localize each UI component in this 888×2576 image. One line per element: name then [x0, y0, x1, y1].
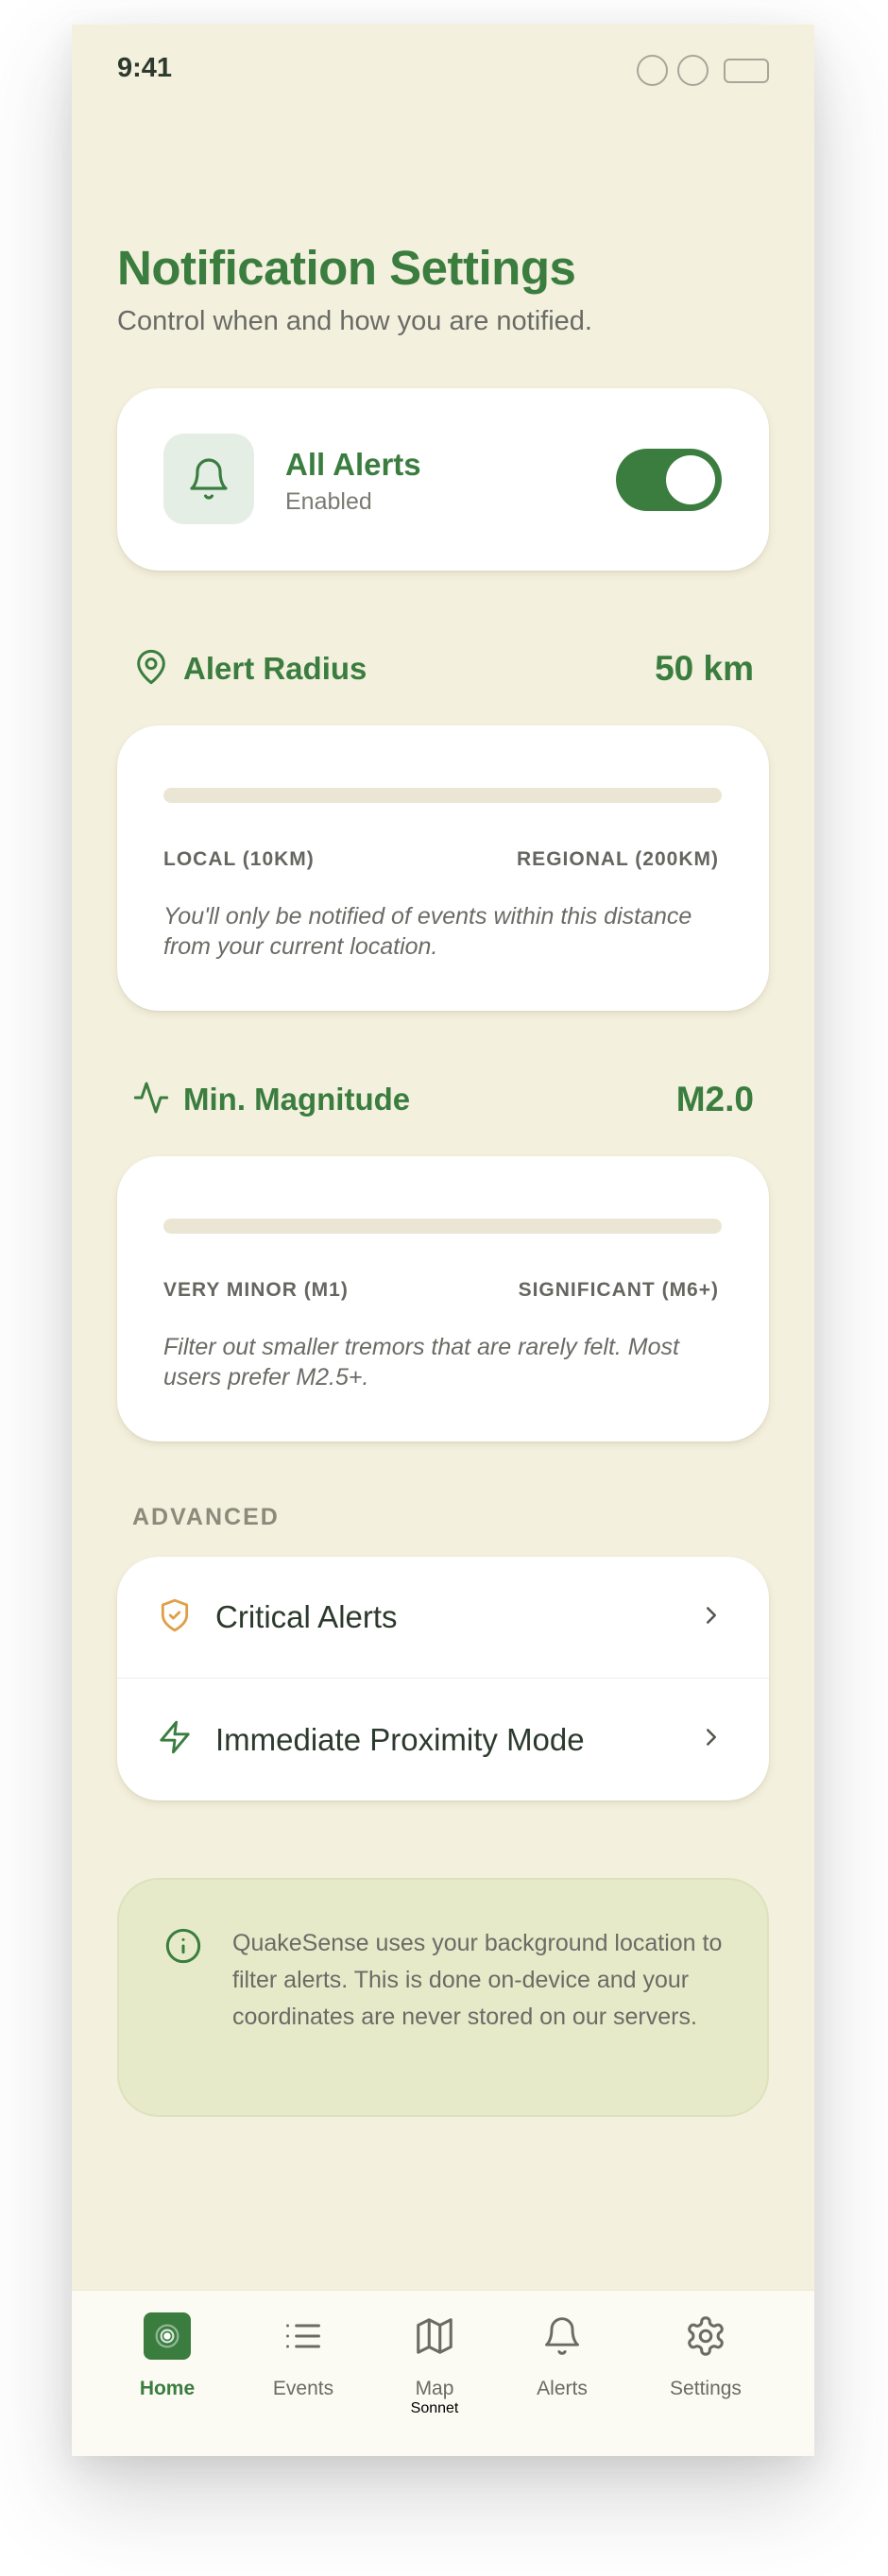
- tab-events[interactable]: Events: [237, 2291, 369, 2456]
- critical-alerts-row[interactable]: Critical Alerts: [117, 1557, 769, 1679]
- tab-home[interactable]: Home: [101, 2291, 233, 2456]
- proximity-mode-label: Immediate Proximity Mode: [215, 1721, 585, 1757]
- phone-screen: 9:41 Notification Settings Control when …: [72, 25, 814, 2456]
- all-alerts-status: Enabled: [285, 488, 372, 515]
- privacy-info-box: QuakeSense uses your background location…: [117, 1878, 769, 2117]
- bottom-tab-bar: Home Events Map Sonnet Alerts Settings: [72, 2290, 814, 2456]
- min-magnitude-card: VERY MINOR (M1) SIGNIFICANT (M6+) Filter…: [117, 1156, 769, 1442]
- min-magnitude-value: M2.0: [675, 1080, 754, 1118]
- alert-radius-min-label: LOCAL (10KM): [163, 848, 315, 870]
- all-alerts-card: All Alerts Enabled: [117, 388, 769, 571]
- alert-radius-card: LOCAL (10KM) REGIONAL (200KM) You'll onl…: [117, 725, 769, 1011]
- alert-radius-slider[interactable]: [163, 788, 722, 803]
- min-magnitude-max-label: SIGNIFICANT (M6+): [518, 1279, 719, 1301]
- min-magnitude-header: Min. Magnitude M2.0: [132, 1076, 754, 1123]
- tab-alerts-label: Alerts: [537, 2378, 588, 2399]
- battery-icon: [724, 58, 769, 83]
- signal-icon: [637, 55, 668, 86]
- tab-home-label: Home: [139, 2378, 196, 2399]
- activity-icon: [132, 1079, 170, 1121]
- shield-check-icon: [157, 1597, 193, 1638]
- min-magnitude-slider[interactable]: [163, 1219, 722, 1234]
- lightning-icon: [157, 1719, 193, 1760]
- min-magnitude-helper: Filter out smaller tremors that are rare…: [163, 1334, 679, 1390]
- list-icon: [282, 2312, 324, 2361]
- critical-alerts-label: Critical Alerts: [215, 1599, 398, 1634]
- home-radar-icon: [144, 2312, 191, 2361]
- page-subtitle: Control when and how you are notified.: [117, 306, 592, 336]
- toggle-knob: [666, 455, 715, 504]
- tab-events-label: Events: [272, 2378, 334, 2399]
- tab-settings[interactable]: Settings: [640, 2291, 772, 2456]
- tab-settings-label: Settings: [670, 2378, 742, 2399]
- alert-radius-label: Alert Radius: [183, 651, 367, 686]
- bell-icon: [163, 434, 254, 524]
- alert-radius-max-label: REGIONAL (200KM): [517, 848, 719, 870]
- gear-icon: [684, 2312, 727, 2361]
- min-magnitude-label: Min. Magnitude: [183, 1082, 411, 1117]
- tab-map-label: Map: [415, 2378, 454, 2399]
- bell-icon: [541, 2312, 583, 2361]
- tab-map[interactable]: Map Sonnet: [368, 2291, 501, 2456]
- status-icons: [637, 55, 769, 86]
- advanced-section-label: ADVANCED: [132, 1504, 280, 1530]
- alert-radius-helper: You'll only be notified of events within…: [163, 903, 692, 960]
- min-magnitude-min-label: VERY MINOR (M1): [163, 1279, 349, 1301]
- advanced-card: Critical Alerts Immediate Proximity Mode: [117, 1557, 769, 1800]
- proximity-mode-row[interactable]: Immediate Proximity Mode: [117, 1679, 769, 1800]
- chevron-right-icon: [697, 1601, 726, 1634]
- page-title: Notification Settings: [117, 241, 576, 295]
- map-icon: [413, 2312, 456, 2361]
- chevron-right-icon: [697, 1723, 726, 1756]
- alert-radius-header: Alert Radius 50 km: [132, 645, 754, 692]
- wifi-icon: [677, 55, 709, 86]
- status-time: 9:41: [117, 53, 173, 83]
- privacy-info-text: QuakeSense uses your background location…: [232, 1930, 723, 2030]
- all-alerts-toggle[interactable]: [616, 449, 722, 511]
- map-pin-icon: [132, 648, 170, 691]
- info-icon: [164, 1927, 202, 1970]
- tab-alerts[interactable]: Alerts: [496, 2291, 628, 2456]
- all-alerts-title: All Alerts: [285, 447, 421, 482]
- alert-radius-value: 50 km: [655, 649, 754, 688]
